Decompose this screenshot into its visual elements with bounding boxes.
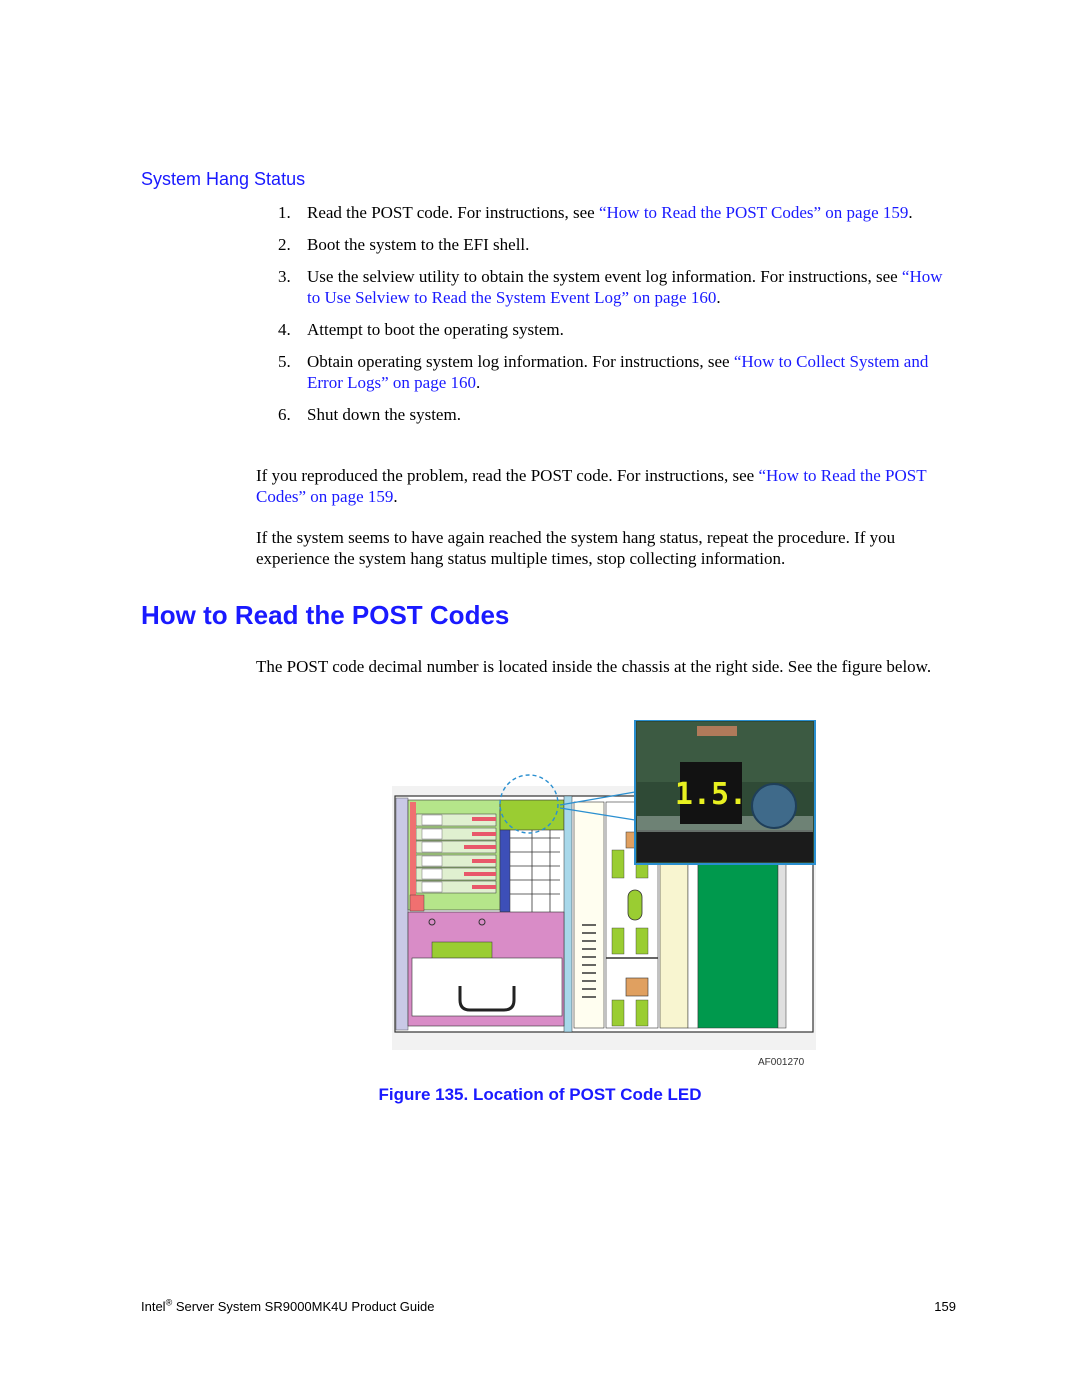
figure-caption: Figure 135. Location of POST Code LED [378, 1085, 702, 1104]
list-item: 3. Use the selview utility to obtain the … [256, 266, 956, 308]
para-text: If you reproduced the problem, read the … [256, 466, 759, 485]
step-punct: . [476, 373, 481, 392]
step-number: 3. [278, 267, 291, 286]
paragraph-reproduced: If you reproduced the problem, read the … [256, 465, 956, 507]
green-io-board [697, 859, 779, 1029]
page-number: 159 [934, 1299, 956, 1314]
link-how-to-read-post-codes[interactable]: “How to Read the POST Codes” on page 159 [599, 203, 908, 222]
led-photo-inset: 1.5. [634, 719, 816, 865]
step-text: Read the POST code. For instructions, se… [307, 203, 599, 222]
step-number: 2. [278, 235, 291, 254]
list-item: 1. Read the POST code. For instructions, … [256, 202, 956, 223]
step-punct: . [716, 288, 721, 307]
list-item: 5. Obtain operating system log informatio… [256, 351, 956, 393]
heading-how-to-read-post-codes: How to Read the POST Codes [141, 600, 510, 630]
page-footer: Intel® Server System SR9000MK4U Product … [141, 1298, 956, 1314]
chassis-diagram: 1.5. [392, 719, 816, 1050]
step-punct: . [908, 203, 913, 222]
battery-coin [751, 783, 797, 829]
step-text: Shut down the system. [307, 405, 461, 424]
blue-connector-bar [499, 829, 511, 913]
steps-list: 1. Read the POST code. For instructions, … [256, 202, 956, 436]
step-text: Use the selview utility to obtain the sy… [307, 267, 902, 286]
front-bezel [395, 797, 409, 1031]
footer-brand: Intel [141, 1299, 166, 1314]
step-number: 1. [278, 203, 291, 222]
para-punct: . [393, 487, 398, 506]
psu-module [411, 957, 563, 1017]
list-item: 2. Boot the system to the EFI shell. [256, 234, 956, 255]
subheading-system-hang-status: System Hang Status [141, 169, 306, 189]
step-text: Boot the system to the EFI shell. [307, 235, 530, 254]
fan-column [573, 801, 605, 1029]
processor-socket [625, 977, 649, 997]
light-blue-rail [563, 795, 573, 1033]
io-connectors [777, 859, 787, 1029]
step-number: 4. [278, 320, 291, 339]
list-item: 6. Shut down the system. [256, 404, 956, 425]
step-number: 6. [278, 405, 291, 424]
paragraph-intro: The POST code decimal number is located … [256, 657, 932, 676]
step-text: Attempt to boot the operating system. [307, 320, 564, 339]
list-item: 4. Attempt to boot the operating system. [256, 319, 956, 340]
psu-green-block [431, 941, 493, 961]
paragraph-repeat: If the system seems to have again reache… [256, 528, 896, 568]
led-digits: 1.5. [675, 777, 747, 812]
figure-post-code-led: 1.5. [392, 719, 816, 1050]
step-text: Obtain operating system log information.… [307, 352, 734, 371]
figure-id: AF001270 [758, 1057, 805, 1068]
footer-title: Server System SR9000MK4U Product Guide [172, 1299, 435, 1314]
step-number: 5. [278, 352, 291, 371]
